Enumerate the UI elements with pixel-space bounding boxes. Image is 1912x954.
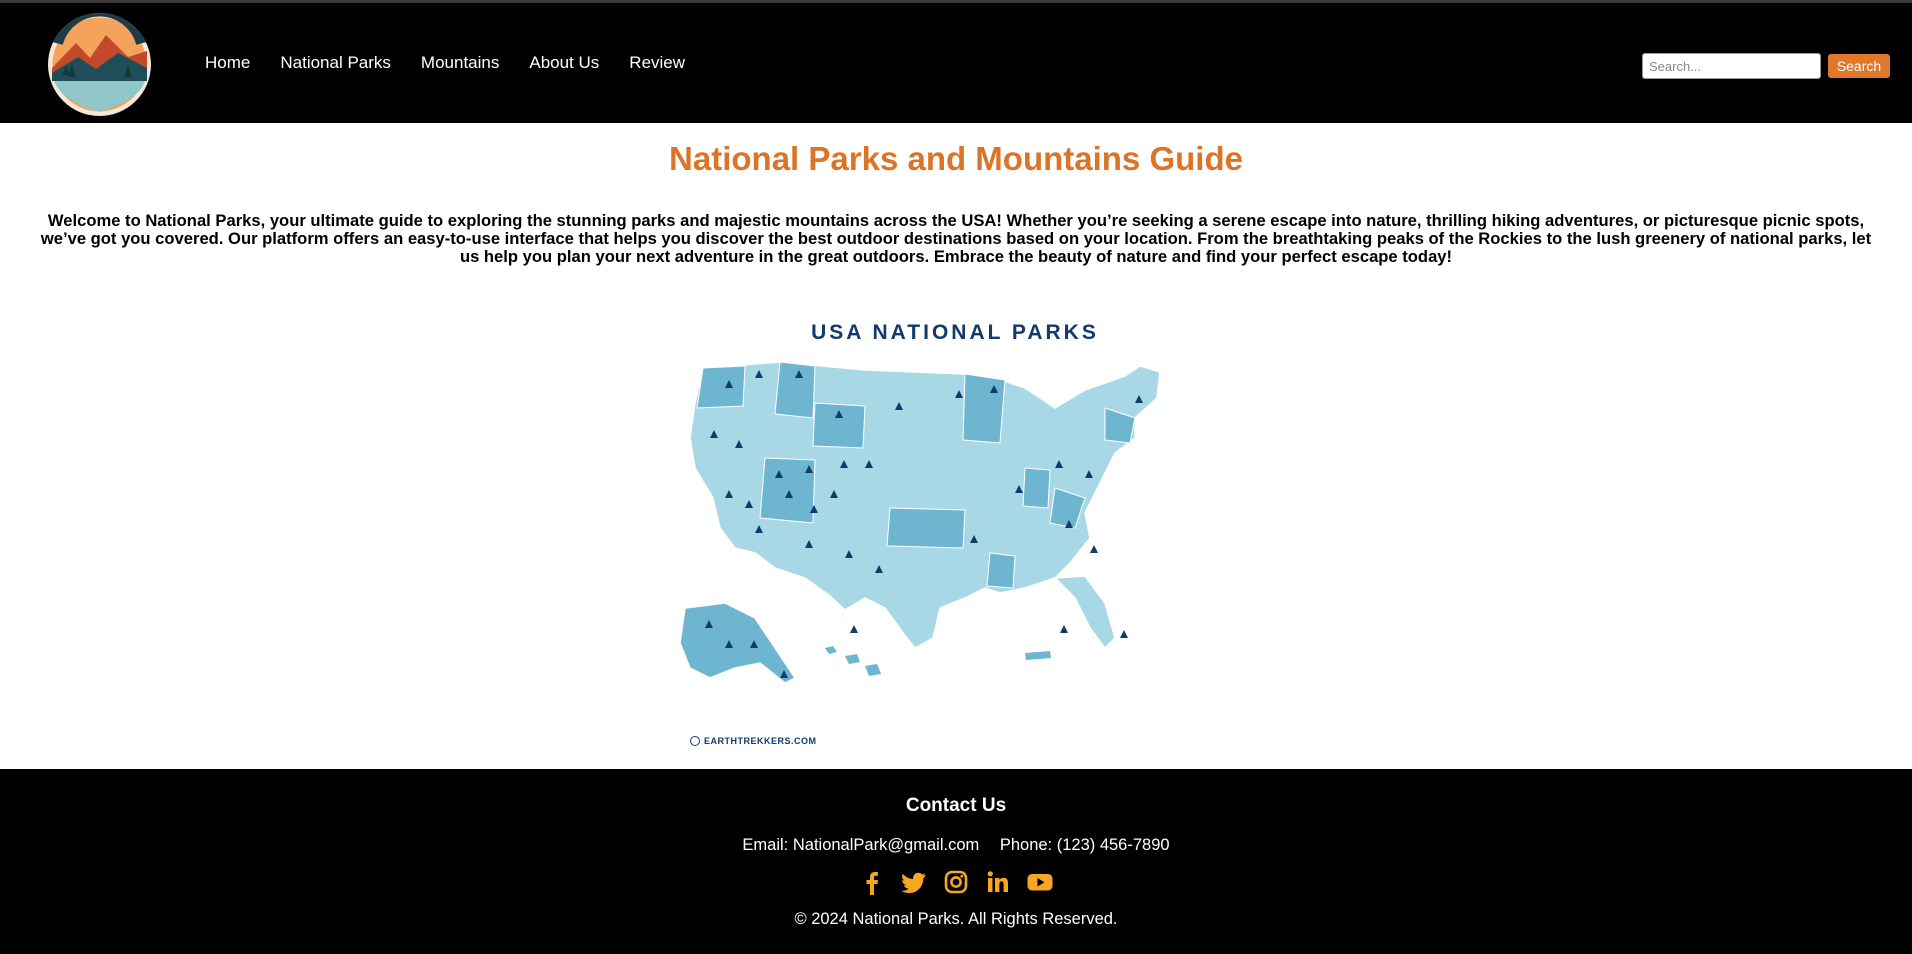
contact-details: Email: NationalPark@gmail.com Phone: (12… — [0, 836, 1912, 855]
copyright-text: © 2024 National Parks. All Rights Reserv… — [794, 910, 1118, 928]
intro-paragraph: Welcome to National Parks, your ultimate… — [40, 211, 1872, 266]
logo-mountain-emblem — [48, 13, 151, 116]
map-credit: EARTHTREKKERS.COM — [690, 736, 817, 746]
usa-map-graphic — [679, 361, 1161, 684]
twitter-icon[interactable] — [901, 869, 927, 895]
site-header: Home National Parks Mountains About Us R… — [0, 0, 1912, 123]
nav-about-us[interactable]: About Us — [529, 53, 599, 73]
nav-review[interactable]: Review — [629, 53, 685, 73]
nav-home[interactable]: Home — [205, 53, 250, 73]
map-title: USA NATIONAL PARKS — [811, 321, 1099, 344]
earthtrekkers-logo-icon — [690, 736, 700, 746]
map-credit-text: EARTHTREKKERS.COM — [704, 736, 817, 746]
us-parks-map: USA NATIONAL PARKS EARTHTREKKERS.COM — [665, 318, 1245, 754]
linkedin-icon[interactable] — [985, 869, 1011, 895]
youtube-icon[interactable] — [1027, 869, 1053, 895]
site-logo[interactable] — [48, 13, 151, 116]
search-button[interactable]: Search — [1828, 54, 1890, 78]
contact-phone: Phone: (123) 456-7890 — [999, 836, 1170, 854]
instagram-icon[interactable] — [943, 869, 969, 895]
search-input[interactable] — [1642, 53, 1821, 79]
page-title: National Parks and Mountains Guide — [669, 140, 1243, 177]
site-footer: Contact Us Email: NationalPark@gmail.com… — [0, 769, 1912, 954]
nav-national-parks[interactable]: National Parks — [280, 53, 391, 73]
nav-mountains[interactable]: Mountains — [421, 53, 499, 73]
contact-title: Contact Us — [905, 795, 1007, 816]
facebook-icon[interactable] — [859, 869, 885, 895]
social-links — [0, 869, 1912, 895]
main-nav: Home National Parks Mountains About Us R… — [205, 53, 715, 73]
contact-email: Email: NationalPark@gmail.com — [742, 836, 980, 854]
